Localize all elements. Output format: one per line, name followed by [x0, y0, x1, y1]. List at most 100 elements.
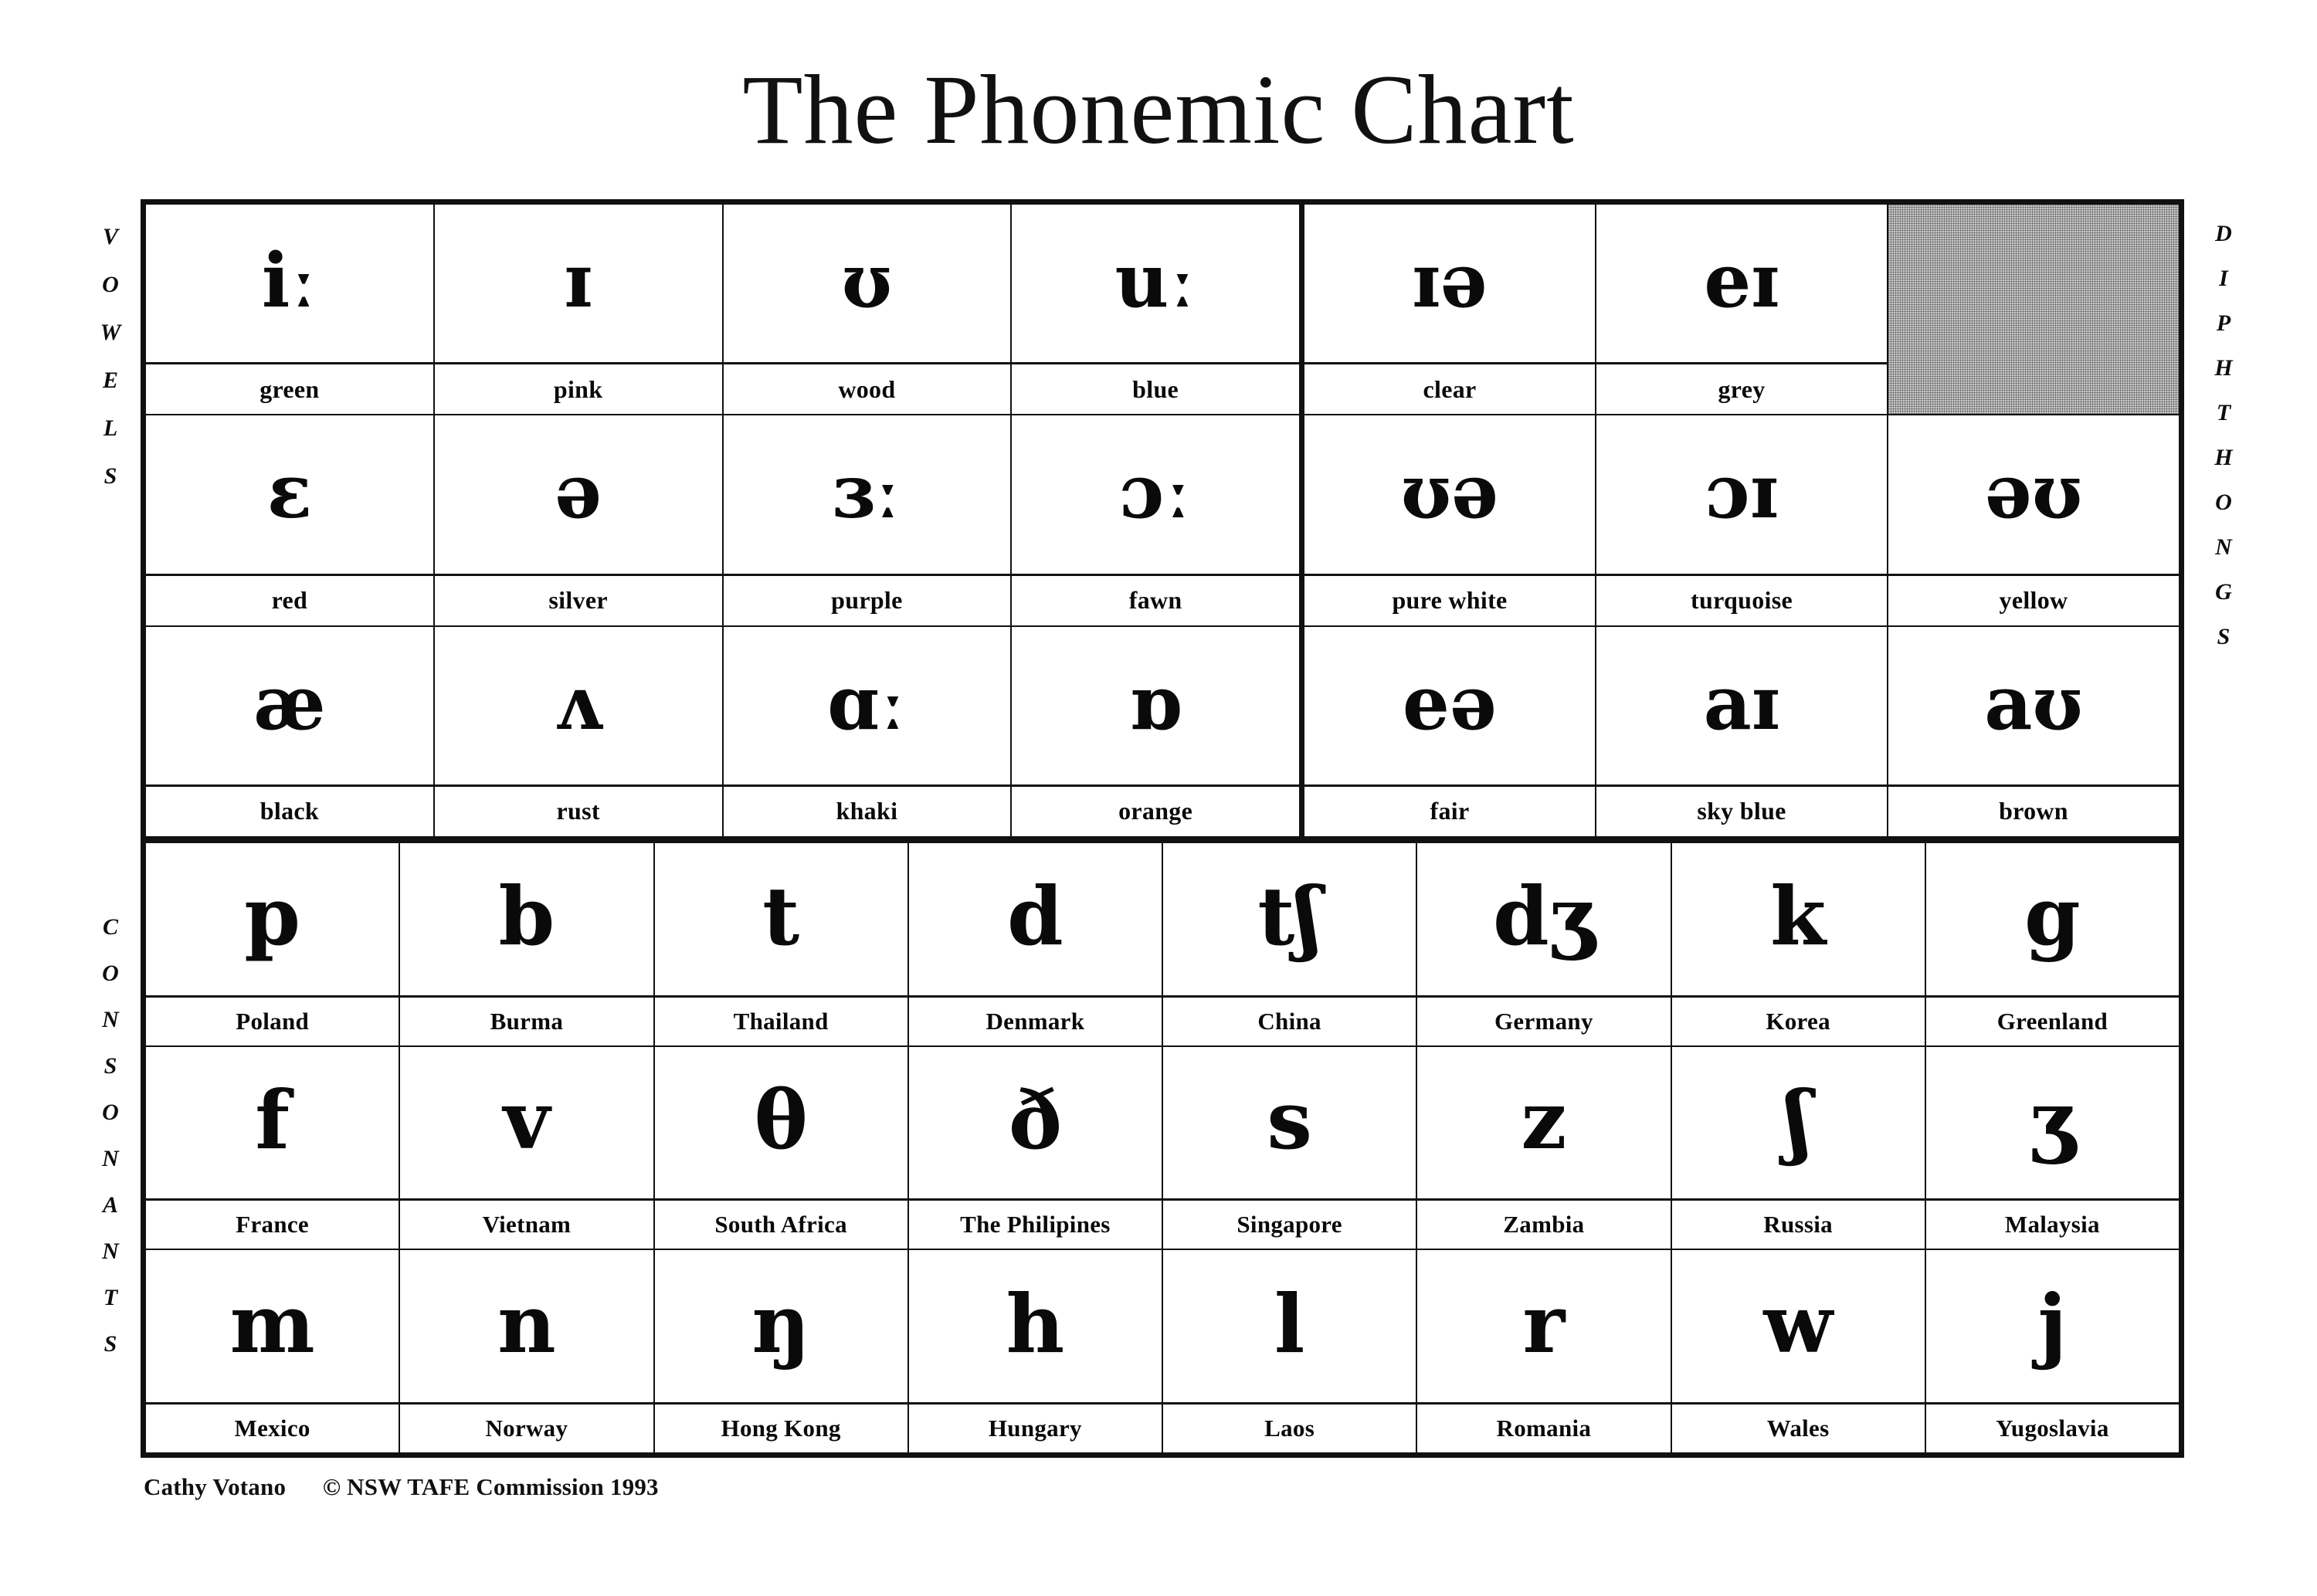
consonant-example-word: Mexico — [146, 1402, 399, 1452]
consonant-cell[interactable]: b Burma — [400, 843, 655, 1045]
diphthong-cell[interactable]: ɪə clear — [1304, 205, 1596, 415]
vowels-label-letter: W — [100, 320, 121, 345]
consonant-cell[interactable]: ʒ Malaysia — [1925, 1047, 2179, 1249]
diphthongs-label-letter: H — [2214, 445, 2233, 470]
consonant-cell[interactable]: g Greenland — [1925, 843, 2179, 1045]
vowels-label-letter: S — [103, 463, 117, 489]
consonant-cell[interactable]: ʃ Russia — [1671, 1046, 1926, 1249]
consonant-cell[interactable]: h Hungary — [908, 1250, 1163, 1453]
consonant-cell[interactable]: d Denmark — [908, 843, 1163, 1045]
vowel-example-word: khaki — [723, 784, 1011, 836]
consonant-cell[interactable]: ŋ Hong Kong — [654, 1250, 909, 1453]
consonant-example-word: Norway — [400, 1402, 653, 1452]
diphthong-example-word: grey — [1596, 362, 1887, 414]
vowels-label-letter: L — [103, 415, 118, 441]
vowel-cell[interactable]: ʌ rust — [434, 626, 724, 836]
diphthong-example-word: turquoise — [1596, 573, 1887, 625]
consonant-symbol: m — [229, 1276, 315, 1371]
diphthong-cell[interactable]: ɔɪ turquoise — [1596, 415, 1888, 625]
diphthong-cell[interactable]: ʊə pure white — [1304, 415, 1596, 625]
consonant-cell[interactable]: w Wales — [1671, 1250, 1926, 1453]
diphthongs-label-letter: H — [2214, 355, 2233, 381]
diphthong-row: ʊə pure white ɔɪ turquoise əʊ yellow — [1304, 415, 2179, 627]
vowel-row: ɛ red ə silver ɜː purple ɔː fawn — [146, 415, 1299, 627]
vowels-and-diphthongs-block: iː green ɪ pink ʊ wood uː blue ɛ red ə silver ɜː purp… — [146, 205, 2179, 836]
consonant-cell[interactable]: k Korea — [1671, 843, 1926, 1045]
vowel-row: æ black ʌ rust ɑː khaki ɒ orange — [146, 626, 1299, 836]
vowel-symbol: ʌ — [554, 659, 602, 747]
consonants-label-letter: A — [102, 1192, 118, 1218]
consonant-cell[interactable]: j Yugoslavia — [1925, 1250, 2179, 1452]
diphthong-symbol: ʊə — [1400, 448, 1499, 536]
vowel-cell[interactable]: ʊ wood — [723, 205, 1013, 415]
consonant-example-word: Thailand — [654, 995, 907, 1045]
consonant-cell[interactable]: θ South Africa — [654, 1046, 909, 1249]
vowel-cell[interactable]: æ black — [146, 626, 435, 836]
diphthong-cell[interactable]: eɪ grey — [1596, 205, 1888, 415]
vowel-example-word: fawn — [1012, 573, 1299, 625]
consonant-example-word: China — [1163, 995, 1416, 1045]
consonant-cell[interactable]: r Romania — [1417, 1250, 1672, 1453]
vowel-cell[interactable]: iː green — [146, 205, 435, 415]
vowel-cell[interactable]: ɔː fawn — [1012, 415, 1299, 625]
consonant-cell[interactable]: s Singapore — [1163, 1046, 1418, 1249]
consonants-label-letter: O — [102, 1100, 119, 1125]
consonant-example-word: Wales — [1671, 1402, 1925, 1452]
consonant-symbol: ʒ — [2029, 1072, 2075, 1167]
consonant-example-word: Yugoslavia — [1925, 1402, 2179, 1452]
diphthong-symbol: aɪ — [1703, 659, 1780, 747]
consonant-symbol: ŋ — [751, 1276, 810, 1371]
consonant-example-word: Singapore — [1163, 1198, 1416, 1249]
consonant-cell[interactable]: f France — [146, 1046, 401, 1249]
diphthong-example-word — [1888, 364, 2179, 414]
section-label-diphthongs: DIPHTHONGS — [2206, 222, 2241, 670]
diphthongs-label-letter: P — [2216, 310, 2231, 336]
diphthong-row: ɪə clear eɪ grey — [1304, 205, 2179, 416]
vowels-label-letter: E — [102, 368, 118, 393]
consonant-example-word: Germany — [1417, 995, 1671, 1045]
consonant-symbol: v — [503, 1072, 551, 1167]
vowel-example-word: purple — [723, 573, 1011, 625]
consonant-symbol: w — [1763, 1276, 1833, 1371]
vowel-cell[interactable]: ɛ red — [146, 415, 435, 625]
vowel-cell[interactable]: ɑː khaki — [723, 626, 1013, 836]
vowel-example-word: black — [146, 784, 433, 836]
vowel-row: iː green ɪ pink ʊ wood uː blue — [146, 205, 1299, 416]
consonant-cell[interactable]: m Mexico — [146, 1250, 401, 1453]
consonant-example-word: Malaysia — [1925, 1198, 2179, 1249]
consonant-cell[interactable]: ð The Philipines — [908, 1046, 1163, 1249]
consonant-example-word: Vietnam — [400, 1198, 653, 1249]
consonant-cell[interactable]: v Vietnam — [400, 1046, 655, 1249]
diphthongs-label-letter: O — [2215, 490, 2232, 515]
consonant-cell[interactable]: p Poland — [146, 843, 401, 1045]
consonant-symbol: s — [1267, 1072, 1312, 1167]
consonant-example-word: Hungary — [908, 1402, 1162, 1452]
consonant-example-word: Romania — [1417, 1402, 1671, 1452]
consonant-cell[interactable]: z Zambia — [1417, 1046, 1672, 1249]
vowel-cell[interactable]: ə silver — [434, 415, 724, 625]
consonant-cell[interactable]: dʒ Germany — [1417, 843, 1672, 1045]
consonant-cell[interactable]: l Laos — [1163, 1250, 1418, 1453]
consonant-cell[interactable]: t Thailand — [654, 843, 909, 1045]
vowel-cell[interactable]: uː blue — [1012, 205, 1299, 414]
consonants-label-letter: S — [103, 1053, 117, 1079]
vowel-cell[interactable]: ɒ orange — [1012, 627, 1299, 836]
vowels-label-letter: O — [102, 272, 119, 297]
diphthong-cell[interactable]: eə fair — [1304, 626, 1596, 836]
consonants-label-letter: N — [102, 1007, 119, 1032]
consonant-cell[interactable]: n Norway — [400, 1250, 655, 1453]
consonant-example-word: France — [146, 1198, 399, 1249]
vowel-symbol: ɜː — [832, 448, 902, 536]
diphthong-cell[interactable]: aɪ sky blue — [1596, 626, 1888, 836]
consonant-cell[interactable]: tʃ China — [1163, 843, 1418, 1045]
consonants-label-letter: S — [103, 1331, 117, 1357]
vowel-example-word: pink — [434, 362, 722, 414]
vowel-cell[interactable]: ɪ pink — [434, 205, 724, 415]
diphthong-cell-empty[interactable] — [1888, 205, 2179, 415]
diphthongs-label-letter: S — [2217, 624, 2230, 649]
consonant-symbol: ð — [1008, 1072, 1063, 1167]
vowel-cell[interactable]: ɜː purple — [723, 415, 1013, 625]
diphthong-cell[interactable]: əʊ yellow — [1888, 415, 2179, 625]
footer-credit: Cathy Votano © NSW TAFE Commission 1993 — [144, 1473, 659, 1500]
diphthong-cell[interactable]: aʊ brown — [1888, 627, 2179, 836]
